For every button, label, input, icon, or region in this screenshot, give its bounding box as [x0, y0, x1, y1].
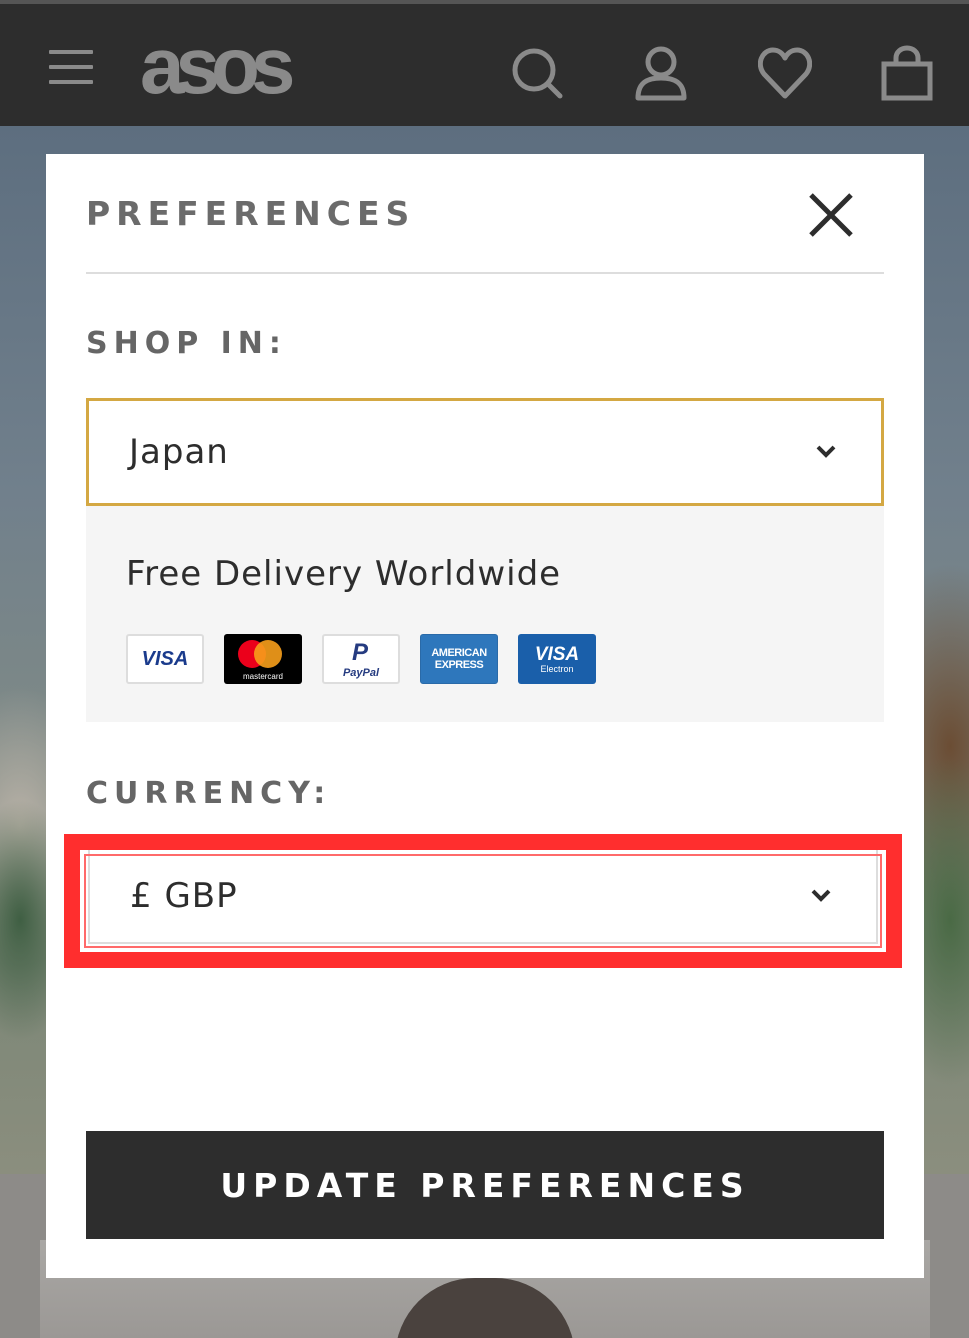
- close-icon[interactable]: [806, 190, 856, 240]
- search-icon[interactable]: [510, 44, 564, 102]
- visa-electron-icon: VISA Electron: [518, 634, 596, 684]
- currency-label: CURRENCY:: [86, 776, 332, 811]
- delivery-info: Free Delivery Worldwide VISA mastercard …: [86, 506, 884, 722]
- country-select-value: Japan: [129, 432, 229, 472]
- chevron-down-icon: [810, 888, 832, 904]
- menu-icon[interactable]: [49, 50, 93, 86]
- delivery-text: Free Delivery Worldwide: [126, 554, 562, 594]
- currency-select[interactable]: £ GBP: [88, 848, 878, 944]
- currency-select-value: £ GBP: [130, 876, 238, 916]
- account-icon[interactable]: [634, 44, 688, 102]
- preferences-modal: PREFERENCES SHOP IN: Japan Free Delivery…: [46, 154, 924, 1278]
- bag-icon[interactable]: [880, 44, 934, 102]
- country-select[interactable]: Japan: [86, 398, 884, 506]
- payment-methods: VISA mastercard P PayPal AMERICAN EXPRESS…: [126, 634, 596, 684]
- american-express-icon: AMERICAN EXPRESS: [420, 634, 498, 684]
- modal-title: PREFERENCES: [86, 194, 416, 233]
- mastercard-icon: mastercard: [224, 634, 302, 684]
- logo[interactable]: asos: [140, 26, 295, 106]
- divider: [86, 272, 884, 274]
- chevron-down-icon: [815, 444, 837, 460]
- update-preferences-button[interactable]: UPDATE PREFERENCES: [86, 1131, 884, 1239]
- site-header: asos: [0, 0, 969, 126]
- shop-in-label: SHOP IN:: [86, 326, 287, 361]
- paypal-icon: P PayPal: [322, 634, 400, 684]
- heart-icon[interactable]: [757, 44, 813, 102]
- visa-icon: VISA: [126, 634, 204, 684]
